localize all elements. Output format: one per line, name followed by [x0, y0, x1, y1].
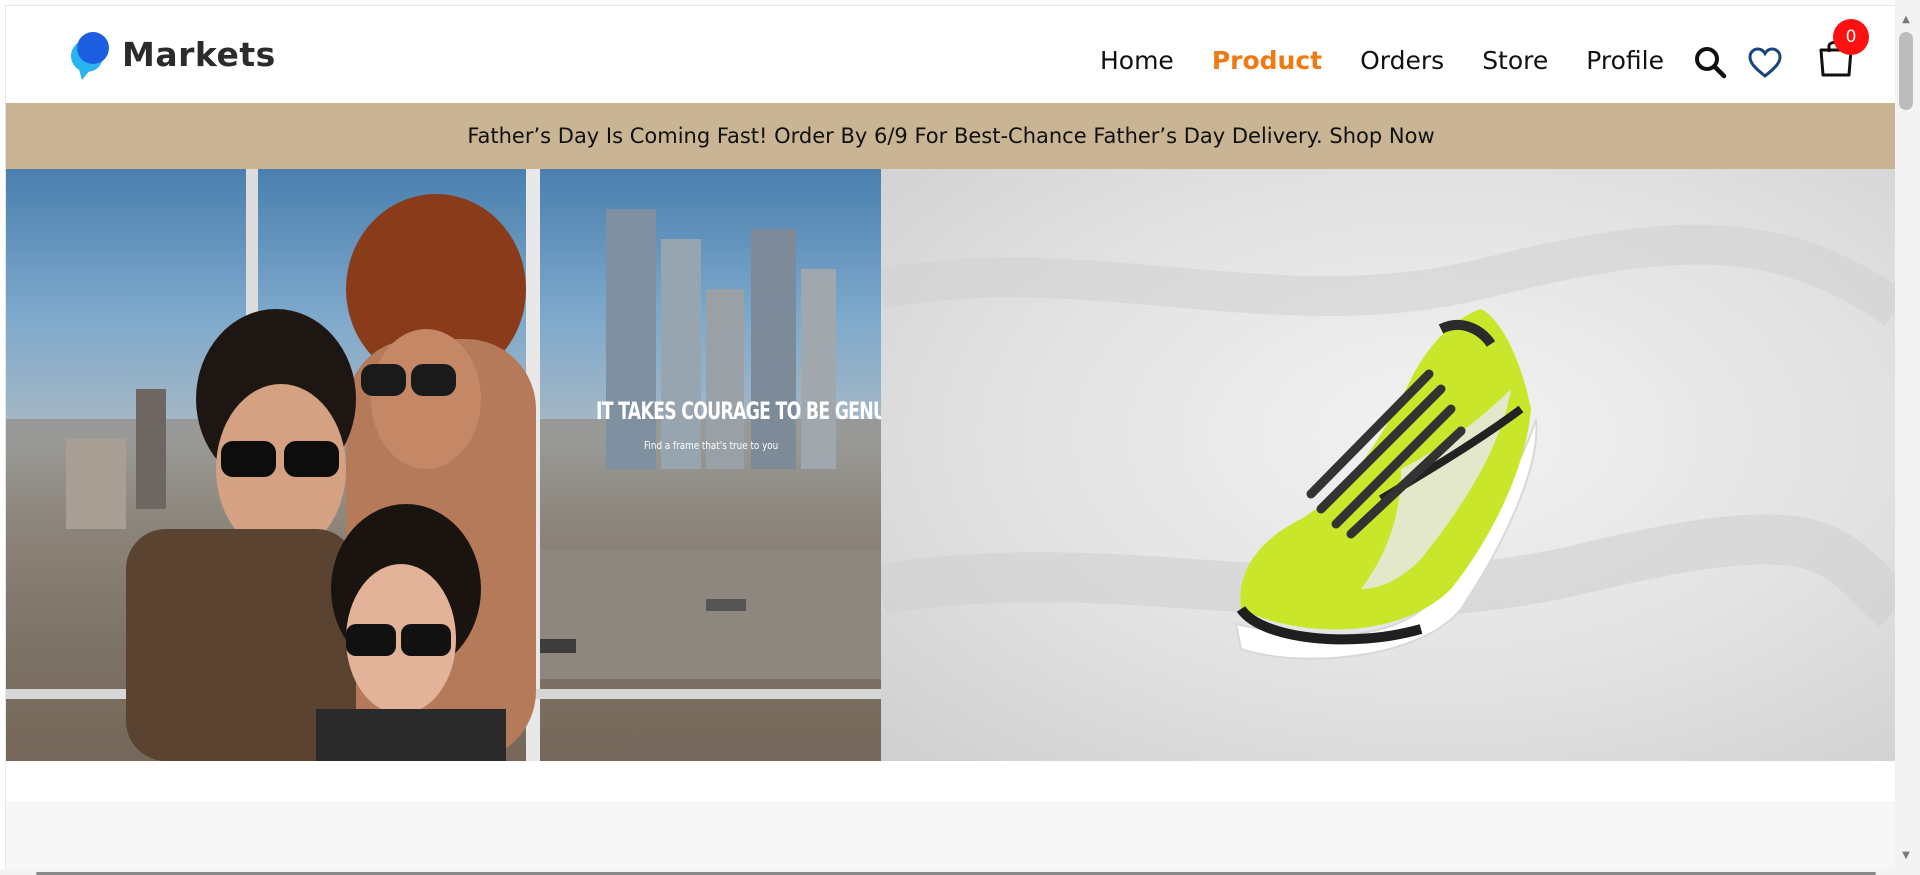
vertical-scrollbar-thumb[interactable]	[1899, 32, 1913, 110]
promo-banner[interactable]: Father’s Day Is Coming Fast! Order By 6/…	[6, 103, 1895, 169]
hero-image-sunglasses[interactable]: IT TAKES COURAGE TO BE GENUINE Find a fr…	[6, 169, 881, 761]
site-header: Markets Home Product Orders Store Profil…	[6, 6, 1895, 103]
hero-sunglasses-illustration	[6, 169, 881, 761]
section-spacer	[6, 761, 1895, 801]
vertical-scrollbar[interactable]	[1895, 0, 1920, 875]
main-nav: Home Product Orders Store Profile	[1062, 46, 1664, 75]
page: Markets Home Product Orders Store Profil…	[5, 5, 1895, 870]
nav-product[interactable]: Product	[1212, 46, 1322, 75]
brand-logo-icon	[68, 26, 112, 82]
brand-name: Markets	[122, 34, 276, 74]
search-icon[interactable]	[1692, 44, 1728, 80]
hero-image-shoe[interactable]	[881, 169, 1895, 761]
hero-subline: Find a frame that's true to you	[644, 439, 779, 452]
nav-orders[interactable]: Orders	[1360, 46, 1444, 75]
content-section	[6, 801, 1895, 870]
scroll-down-icon[interactable]: ▼	[1900, 850, 1912, 862]
promo-text[interactable]: Father’s Day Is Coming Fast! Order By 6/…	[467, 124, 1434, 148]
heart-icon[interactable]	[1747, 46, 1783, 80]
nav-home[interactable]: Home	[1100, 46, 1174, 75]
scroll-up-icon[interactable]: ▲	[1900, 14, 1912, 26]
running-shoe-illustration	[881, 224, 1895, 660]
cart-count-badge: 0	[1833, 19, 1869, 55]
nav-store[interactable]: Store	[1482, 46, 1548, 75]
nav-profile[interactable]: Profile	[1586, 46, 1664, 75]
hero-headline: IT TAKES COURAGE TO BE GENUINE	[596, 397, 881, 425]
brand-logo[interactable]: Markets	[68, 26, 276, 82]
browser-viewport: Markets Home Product Orders Store Profil…	[0, 0, 1920, 875]
